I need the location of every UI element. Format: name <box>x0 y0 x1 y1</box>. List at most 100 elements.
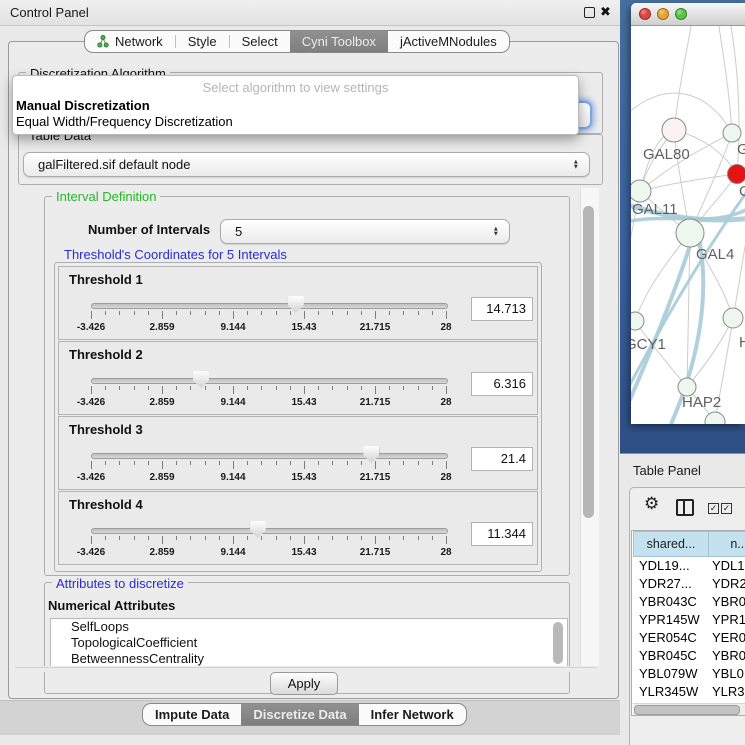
list-scrollbar-thumb[interactable] <box>553 622 563 664</box>
table-hscrollbar-thumb[interactable] <box>634 705 740 715</box>
minimize-traffic-light-icon[interactable] <box>657 8 669 20</box>
table-row[interactable]: YPR145W YPR1... <box>632 611 745 629</box>
cell-shared-name[interactable]: YPR145W <box>639 611 700 629</box>
column-header-name[interactable]: n... <box>708 531 745 557</box>
network-canvas[interactable]: GAL80G...C...GAL11GAL4GCY1H...HAP2 <box>631 26 745 424</box>
table-data-combo[interactable]: galFiltered.sif default node ▲▼ <box>23 152 590 177</box>
network-node-g-[interactable] <box>723 124 741 142</box>
columns-icon[interactable] <box>676 499 694 516</box>
close-traffic-light-icon[interactable] <box>639 8 651 20</box>
close-icon[interactable]: ✖ <box>600 4 611 20</box>
tab-jactivemnodules[interactable]: jActiveMNodules <box>388 31 509 52</box>
network-node-c-[interactable] <box>728 165 745 184</box>
gear-icon[interactable]: ⚙ <box>644 494 659 514</box>
slider-tick <box>176 461 177 465</box>
tab-impute-data[interactable]: Impute Data <box>143 704 241 725</box>
tab-label: Discretize Data <box>253 707 346 722</box>
slider-track[interactable] <box>91 378 448 384</box>
popup-item-equal-width-frequency[interactable]: Equal Width/Frequency Discretization <box>16 114 233 129</box>
cell-name[interactable]: YBR0... <box>712 593 745 611</box>
cell-name[interactable]: YDR2... <box>712 575 745 593</box>
cell-name[interactable]: YLR3... <box>712 683 745 701</box>
window-title: Control Panel <box>10 5 89 20</box>
slider-track[interactable] <box>91 528 448 534</box>
cell-shared-name[interactable]: YER054C <box>639 629 697 647</box>
slider-tick-label: 9.144 <box>207 547 259 558</box>
table-row[interactable]: YER054C YER0... <box>632 629 745 647</box>
slider-tick <box>233 311 234 319</box>
popup-item-manual-discretization[interactable]: Manual Discretization <box>16 98 150 113</box>
slider-tick <box>205 461 206 465</box>
cell-shared-name[interactable]: YDR27... <box>639 575 692 593</box>
slider-handle[interactable] <box>250 521 266 538</box>
network-node-gal4[interactable] <box>676 219 704 247</box>
slider-tick <box>318 386 319 390</box>
tab-discretize-data[interactable]: Discretize Data <box>241 704 358 725</box>
apply-button[interactable]: Apply <box>270 672 338 695</box>
attribute-item-selfloops[interactable]: SelfLoops <box>51 619 567 635</box>
node-label: G... <box>737 141 745 158</box>
network-edge[interactable] <box>674 26 691 130</box>
cell-name[interactable]: YBL0... <box>712 665 745 683</box>
slider-tick <box>219 311 220 315</box>
network-node-gal11[interactable] <box>631 180 651 202</box>
float-window-icon[interactable] <box>584 7 595 18</box>
cell-shared-name[interactable]: YBR045C <box>639 647 697 665</box>
network-node-h-[interactable] <box>723 308 743 328</box>
network-window-titlebar[interactable] <box>631 3 745 26</box>
cell-name[interactable]: YBR0... <box>712 647 745 665</box>
slider-handle[interactable] <box>363 446 379 463</box>
zoom-traffic-light-icon[interactable] <box>675 8 687 20</box>
slider-tick <box>162 536 163 544</box>
cell-shared-name[interactable]: YBL079W <box>639 665 698 683</box>
table-row[interactable]: YBR043C YBR0... <box>632 593 745 611</box>
settings-scrollbar-thumb[interactable] <box>583 206 594 518</box>
column-header-shared-name[interactable]: shared... <box>633 531 709 557</box>
table-row[interactable]: YBR045C YBR0... <box>632 647 745 665</box>
threshold-value-field[interactable]: 6.316 <box>471 372 533 396</box>
slider-tick <box>446 461 447 469</box>
attribute-item-topologicalcoefficient[interactable]: TopologicalCoefficient <box>51 635 567 651</box>
cell-shared-name[interactable]: YLR345W <box>639 683 698 701</box>
cell-name[interactable]: YPR1... <box>712 611 745 629</box>
slider-handle[interactable] <box>193 371 209 388</box>
table-hscrollbar[interactable] <box>633 703 745 715</box>
slider-tick <box>105 311 106 315</box>
network-node[interactable] <box>705 412 725 424</box>
slider-tick <box>205 311 206 315</box>
table-row[interactable]: YBL079W YBL0... <box>632 665 745 683</box>
table-row[interactable]: YDL19... YDL1... <box>632 557 745 575</box>
network-node-gcy1[interactable] <box>631 312 644 330</box>
slider-track[interactable] <box>91 453 448 459</box>
network-edge[interactable] <box>733 236 745 318</box>
slider-tick <box>219 386 220 390</box>
slider-tick <box>162 386 163 394</box>
table-row[interactable]: YLR345W YLR3... <box>632 683 745 701</box>
tab-style[interactable]: Style <box>176 31 229 52</box>
slider-track[interactable] <box>91 303 448 309</box>
table-row[interactable]: YDR27... YDR2... <box>632 575 745 593</box>
tab-select[interactable]: Select <box>230 31 290 52</box>
threshold-value-field[interactable]: 11.344 <box>471 522 533 546</box>
cell-shared-name[interactable]: YDL19... <box>639 557 690 575</box>
checkbox-icon[interactable]: ✓ <box>708 503 719 514</box>
threshold-value-field[interactable]: 21.4 <box>471 447 533 471</box>
cell-shared-name[interactable]: YBR043C <box>639 593 697 611</box>
tab-network[interactable]: Network <box>85 31 175 52</box>
network-edge[interactable] <box>640 174 737 191</box>
tab-infer-network[interactable]: Infer Network <box>359 704 466 725</box>
attribute-item-betweennesscentrality[interactable]: BetweennessCentrality <box>51 651 567 667</box>
slider-tick <box>261 386 262 390</box>
tab-cyni-toolbox[interactable]: Cyni Toolbox <box>290 31 388 52</box>
cell-name[interactable]: YER0... <box>712 629 745 647</box>
network-edge[interactable] <box>635 233 690 321</box>
slider-tick-label: 9.144 <box>207 397 259 408</box>
number-of-intervals-combo[interactable]: 5 ▲▼ <box>220 219 510 244</box>
slider-tick-label: 28 <box>420 547 472 558</box>
slider-tick-label: 9.144 <box>207 322 259 333</box>
network-node-gal80[interactable] <box>662 118 686 142</box>
threshold-value-field[interactable]: 14.713 <box>471 297 533 321</box>
checkbox-icon[interactable]: ✓ <box>721 503 732 514</box>
cell-name[interactable]: YDL1... <box>712 557 745 575</box>
slider-tick <box>190 386 191 390</box>
